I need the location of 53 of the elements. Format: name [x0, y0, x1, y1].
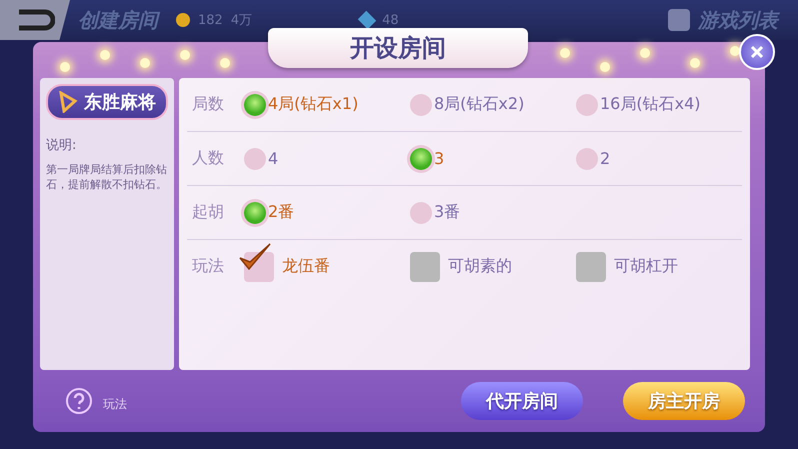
light-icon	[560, 48, 570, 58]
option-label: 8局(钻石x2)	[434, 94, 524, 115]
help-icon[interactable]	[65, 387, 93, 415]
light-icon	[600, 62, 610, 72]
radio-button[interactable]	[244, 148, 266, 170]
radio-button[interactable]	[410, 148, 432, 170]
action-button[interactable]: 房主开房	[623, 382, 745, 420]
option-label: 2	[600, 149, 610, 168]
light-icon	[180, 50, 190, 60]
setting-label: 起胡	[191, 202, 225, 223]
back-button[interactable]	[0, 0, 70, 40]
game-list-link[interactable]: 游戏列表	[698, 6, 778, 34]
light-icon	[60, 62, 70, 72]
option-label: 3	[434, 149, 444, 168]
help-label: 玩法	[103, 396, 127, 412]
close-button[interactable]	[739, 34, 775, 70]
game-name: 东胜麻将	[84, 91, 156, 114]
dialog-title: 开设房间	[350, 33, 446, 64]
option-label: 3番	[434, 202, 460, 223]
light-icon	[100, 50, 110, 60]
option-label: 4	[268, 149, 278, 168]
page-title: 创建房间	[78, 6, 158, 34]
radio-button[interactable]	[244, 202, 266, 224]
radio-button[interactable]	[576, 148, 598, 170]
light-icon	[220, 58, 230, 68]
setting-label: 人数	[191, 148, 225, 169]
close-icon	[749, 44, 765, 60]
option-label: 2番	[268, 202, 294, 223]
coin-count: 182	[198, 12, 223, 28]
note-text: 第一局牌局结算后扣除钻石，提前解散不扣钻石。	[46, 162, 168, 192]
checkmark-icon	[238, 242, 272, 272]
checkbox[interactable]	[410, 252, 440, 282]
coin-unit: 4万	[230, 12, 252, 29]
option-label: 可胡素的	[448, 256, 512, 277]
diamond-count: 48	[382, 12, 399, 28]
light-icon	[690, 58, 700, 68]
option-label: 4局(钻石x1)	[268, 94, 358, 115]
option-label: 可胡杠开	[614, 256, 678, 277]
setting-label: 局数	[191, 94, 225, 115]
light-icon	[640, 48, 650, 58]
setting-label: 玩法	[191, 256, 225, 277]
coin-icon	[176, 13, 190, 27]
action-button[interactable]: 代开房间	[461, 382, 583, 420]
radio-button[interactable]	[410, 94, 432, 116]
note-label: 说明:	[46, 137, 78, 154]
radio-button[interactable]	[244, 94, 266, 116]
light-icon	[730, 46, 740, 56]
light-icon	[140, 58, 150, 68]
option-label: 龙伍番	[282, 256, 330, 277]
radio-button[interactable]	[410, 202, 432, 224]
radio-button[interactable]	[576, 94, 598, 116]
option-label: 16局(钻石x4)	[600, 94, 700, 115]
checkbox[interactable]	[576, 252, 606, 282]
